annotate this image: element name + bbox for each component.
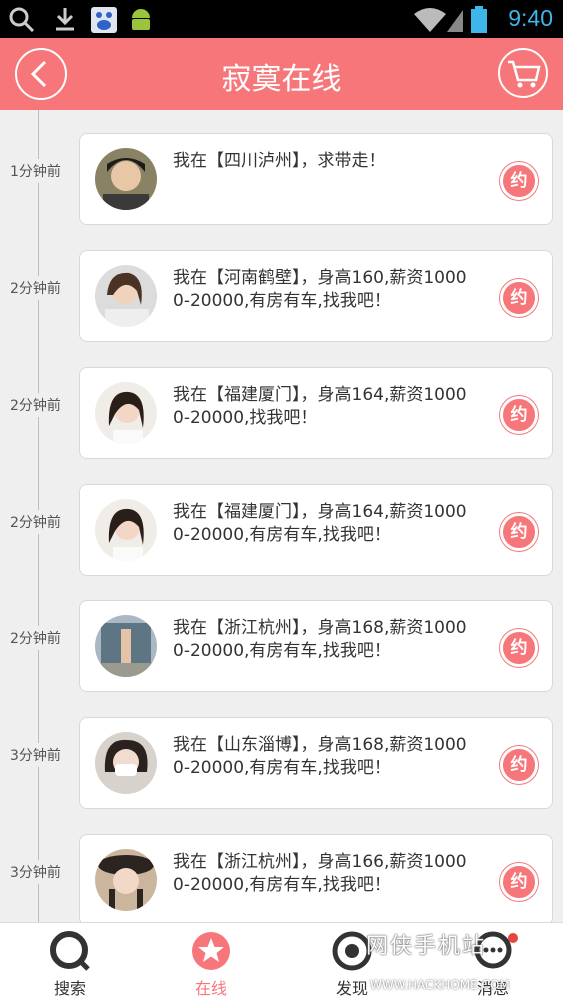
time-label: 2分钟前 [10,626,61,650]
date-button[interactable]: 约 [500,513,538,551]
post-card[interactable]: 我在【山东淄博】，身高168,薪资10000-20000,有房有车,找我吧！ 约 [79,717,553,809]
watermark-url: WWW.HACKHOME.COM [370,978,510,992]
signal-icon [447,10,463,32]
cart-icon [508,60,541,88]
nav-search[interactable]: 搜索 [0,923,140,1003]
post-card[interactable]: 我在【浙江杭州】，身高168,薪资10000-20000,有房有车,找我吧！ 约 [79,600,553,692]
date-button[interactable]: 约 [500,396,538,434]
star-icon [192,932,230,970]
time-label: 3分钟前 [10,743,61,767]
avatar[interactable] [95,499,157,561]
list-item: 1分钟前 我在【四川泸州】，求带走！ 约 [0,133,563,229]
battery-icon [471,6,487,33]
date-button[interactable]: 约 [500,863,538,901]
post-text: 我在【河南鹤壁】，身高160,薪资10000-20000,有房有车,找我吧！ [173,268,467,311]
post-text: 我在【福建厦门】，身高164,薪资10000-20000,有房有车,找我吧！ [173,502,467,545]
list-item: 3分钟前 我在【山东淄博】，身高168,薪资10000-20000,有房有车,找… [0,717,563,813]
search-icon [50,931,90,971]
post-text: 我在【福建厦门】，身高164,薪资10000-20000,找我吧！ [173,385,467,428]
avatar[interactable] [95,732,157,794]
android-icon [132,9,150,30]
post-text: 我在【浙江杭州】，身高166,薪资10000-20000,有房有车,找我吧！ [173,852,467,895]
time-label: 2分钟前 [10,276,61,300]
post-text: 我在【山东淄博】，身高168,薪资10000-20000,有房有车,找我吧！ [173,735,467,778]
time-label: 1分钟前 [10,159,61,183]
post-card[interactable]: 我在【四川泸州】，求带走！ 约 [79,133,553,225]
time-label: 2分钟前 [10,393,61,417]
search-icon [9,7,35,32]
list-item: 2分钟前 我在【福建厦门】，身高164,薪资10000-20000,找我吧！ 约 [0,367,563,463]
status-bar: 9:40 [0,0,563,38]
avatar[interactable] [95,615,157,677]
post-text: 我在【浙江杭州】，身高168,薪资10000-20000,有房有车,找我吧！ [173,618,467,661]
wifi-icon [414,8,446,32]
post-card[interactable]: 我在【河南鹤壁】，身高160,薪资10000-20000,有房有车,找我吧！ 约 [79,250,553,342]
list-item: 3分钟前 我在【浙江杭州】，身高166,薪资10000-20000,有房有车,找… [0,834,563,922]
app-header: 寂寞在线 [0,38,563,110]
list-item: 2分钟前 我在【福建厦门】，身高164,薪资10000-20000,有房有车,找… [0,484,563,580]
baidu-icon [91,7,117,33]
time-label: 3分钟前 [10,860,61,884]
avatar[interactable] [95,382,157,444]
cart-button[interactable] [498,48,548,98]
nav-label: 搜索 [53,979,86,998]
download-icon [56,8,74,31]
nav-label: 在线 [194,979,227,998]
post-card[interactable]: 我在【福建厦门】，身高164,薪资10000-20000,有房有车,找我吧！ 约 [79,484,553,576]
avatar[interactable] [95,148,157,210]
list-item: 2分钟前 我在【河南鹤壁】，身高160,薪资10000-20000,有房有车,找… [0,250,563,346]
avatar[interactable] [95,265,157,327]
post-card[interactable]: 我在【浙江杭州】，身高166,薪资10000-20000,有房有车,找我吧！ 约 [79,834,553,922]
list-item: 2分钟前 我在【浙江杭州】，身高168,薪资10000-20000,有房有车,找… [0,600,563,696]
page-title: 寂寞在线 [221,62,342,97]
avatar[interactable] [95,849,157,911]
time-label: 2分钟前 [10,510,61,534]
online-feed[interactable]: 1分钟前 我在【四川泸州】，求带走！ 约 2分钟前 我在【河南鹤壁】，身高160… [0,110,563,922]
date-button[interactable]: 约 [500,629,538,667]
unread-badge [508,933,518,943]
watermark-logo: 网侠手机站 [366,934,487,959]
nav-online[interactable]: 在线 [141,923,281,1003]
post-card[interactable]: 我在【福建厦门】，身高164,薪资10000-20000,找我吧！ 约 [79,367,553,459]
date-button[interactable]: 约 [500,746,538,784]
date-button[interactable]: 约 [500,279,538,317]
date-button[interactable]: 约 [500,162,538,200]
post-text: 我在【四川泸州】，求带走！ [173,151,386,171]
status-time: 9:40 [508,5,553,31]
